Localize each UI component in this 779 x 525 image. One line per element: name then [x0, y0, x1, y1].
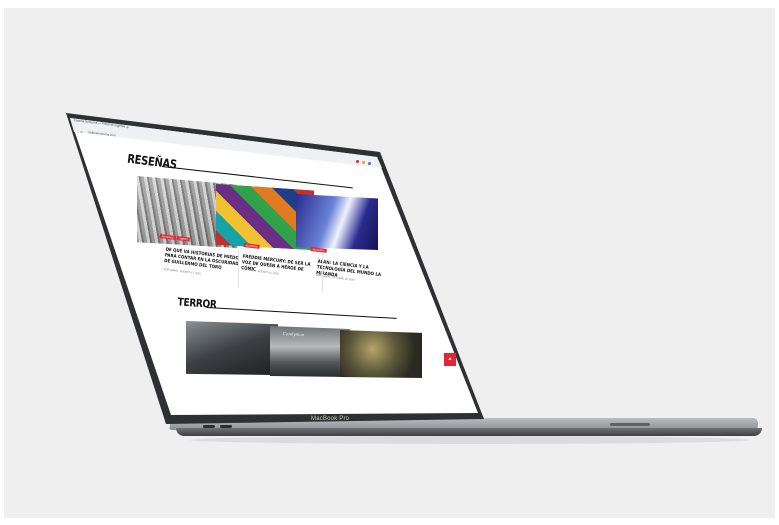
card-divider: [238, 250, 239, 288]
extension-icon[interactable]: [362, 161, 365, 164]
device-label: MacBook Pro: [311, 416, 350, 422]
usb-c-port: [203, 425, 215, 428]
extension-icon[interactable]: [356, 160, 359, 163]
back-to-top-button[interactable]: ▲: [444, 353, 456, 366]
laptop-lid-notch: [610, 423, 650, 426]
laptop-shadow: [190, 436, 750, 444]
card-image-3[interactable]: [296, 194, 378, 250]
terror-image-3[interactable]: [340, 330, 422, 378]
card-divider: [322, 252, 323, 292]
terror-image-1[interactable]: [186, 321, 278, 375]
terror-image-caption: Candyman: [282, 331, 305, 338]
profile-icon[interactable]: [368, 162, 371, 165]
usb-c-port: [220, 425, 232, 428]
new-tab-icon[interactable]: +: [126, 125, 129, 131]
laptop-base-bottom: [176, 428, 762, 436]
tab-close-icon[interactable]: ×: [117, 124, 119, 129]
